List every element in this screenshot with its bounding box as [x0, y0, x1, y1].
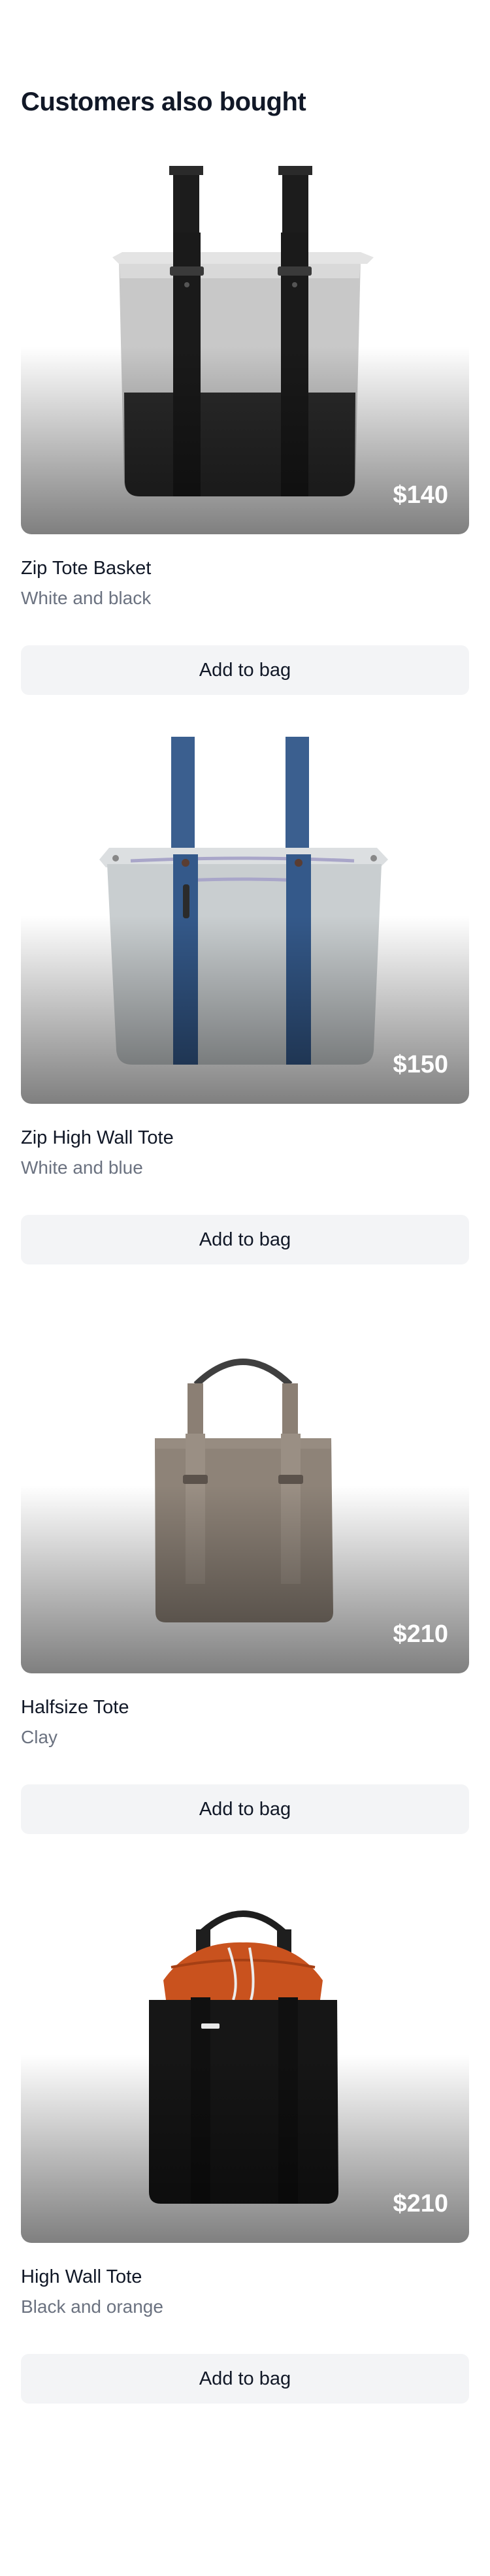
product-name[interactable]: High Wall Tote: [21, 2264, 142, 2290]
product-image[interactable]: $210: [21, 1869, 469, 2243]
product-price: $210: [393, 1620, 448, 1648]
product-name[interactable]: Zip Tote Basket: [21, 555, 151, 581]
product-variant: White and blue: [21, 1157, 143, 1178]
product-image[interactable]: $150: [21, 730, 469, 1104]
add-to-bag-button[interactable]: Add to bag: [21, 1784, 469, 1834]
product-card: $140 Zip Tote Basket White and black Add…: [21, 161, 469, 695]
product-card: $150 Zip High Wall Tote White and blue A…: [21, 730, 469, 1264]
add-to-bag-button[interactable]: Add to bag: [21, 645, 469, 695]
product-card: $210 High Wall Tote Black and orange Add…: [21, 1869, 469, 2404]
product-price: $210: [393, 2190, 448, 2217]
product-variant: Clay: [21, 1727, 58, 1747]
section-title: Customers also bought: [21, 88, 306, 116]
page: Customers also bought $140 Zip Tote Bask…: [0, 0, 490, 2576]
product-image[interactable]: $210: [21, 1300, 469, 1673]
product-variant: Black and orange: [21, 2296, 163, 2317]
product-image[interactable]: $140: [21, 161, 469, 534]
product-price: $140: [393, 481, 448, 509]
product-variant: White and black: [21, 588, 152, 608]
product-name[interactable]: Zip High Wall Tote: [21, 1125, 174, 1151]
add-to-bag-button[interactable]: Add to bag: [21, 1215, 469, 1264]
add-to-bag-button[interactable]: Add to bag: [21, 2354, 469, 2404]
product-card: $210 Halfsize Tote Clay Add to bag: [21, 1300, 469, 1834]
product-name[interactable]: Halfsize Tote: [21, 1694, 129, 1720]
product-price: $150: [393, 1051, 448, 1078]
